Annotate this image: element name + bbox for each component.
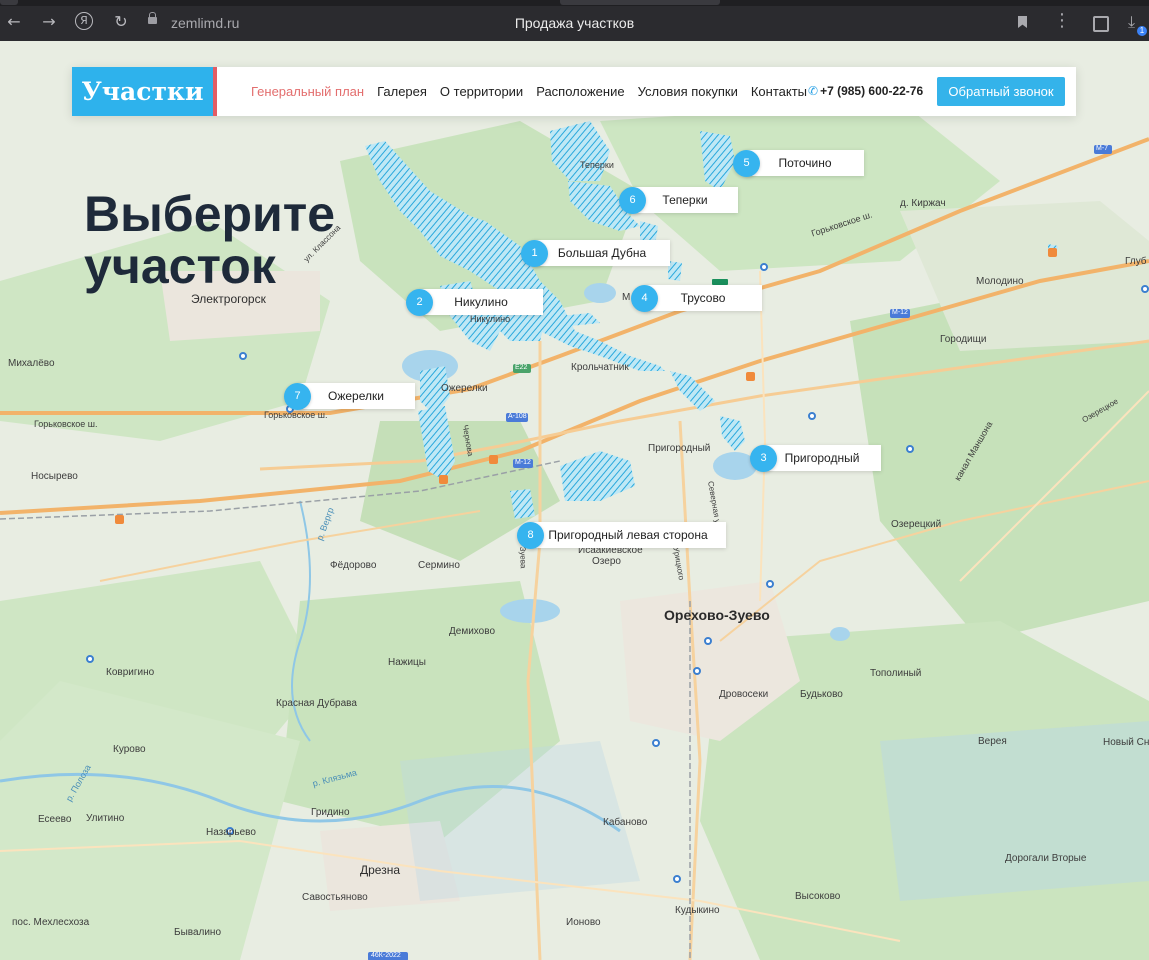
road-shield-label: 46К-2022 — [371, 952, 401, 959]
nav-location[interactable]: Расположение — [536, 84, 624, 99]
plot-marker-label[interactable]: Трусово — [644, 285, 762, 311]
map-label-village: Михалёво — [8, 358, 55, 369]
plot-marker-label[interactable]: Никулино — [419, 289, 543, 315]
plot-marker-number[interactable]: 2 — [406, 289, 433, 316]
map-label-village: Назарьево — [206, 827, 256, 838]
map-label-village: Теперки — [580, 160, 614, 170]
plot-marker-label[interactable]: Пригородный левая сторона — [530, 522, 726, 548]
map-label-village: Ожерелки — [441, 383, 488, 394]
nav-general-plan[interactable]: Генеральный план — [251, 84, 364, 99]
map-label-village: Носырево — [31, 471, 78, 482]
hero-title-line: Выберите — [84, 186, 336, 242]
map-label-village: д. Киржач — [900, 198, 946, 209]
map-label-village: Озеро — [592, 556, 621, 567]
map-label-village: Ковригино — [106, 667, 155, 678]
browser-toolbar: ← → Я ↻ zemlimd.ru Продажа участков ⋮ ⤓ … — [0, 0, 1149, 41]
map-label-road: Горьковское ш. — [264, 410, 328, 420]
map-label-village: Курово — [113, 744, 146, 755]
map-label-village: Ионово — [566, 917, 601, 928]
tab[interactable] — [0, 0, 18, 5]
phone-number: +7 (985) 600-22-76 — [820, 84, 924, 98]
phone-icon: ✆ — [808, 84, 819, 98]
page-title: Продажа участков — [514, 15, 635, 31]
map-label-town: Электрогорск — [191, 292, 266, 306]
map-label-village: Дровосеки — [719, 689, 769, 700]
map-label-city: Орехово-Зуево — [664, 607, 770, 623]
plot-marker-number[interactable]: 5 — [733, 150, 760, 177]
map-label-village: Фёдорово — [330, 560, 377, 571]
road-shield-label: A-108 — [508, 413, 527, 420]
road-shield-label: E22 — [515, 364, 528, 371]
download-icon[interactable]: ⤓ — [1128, 12, 1135, 32]
nav-contacts[interactable]: Контакты — [751, 84, 807, 99]
map-label-village: Новый Сн — [1103, 737, 1149, 748]
map-label-village: Городищи — [940, 334, 987, 345]
map-label-village: Глуб — [1125, 256, 1147, 267]
tab-strip — [0, 0, 1149, 6]
map-label-village: Савостьяново — [302, 892, 368, 903]
map-background — [0, 41, 1149, 960]
plot-marker-label[interactable]: Большая Дубна — [534, 240, 670, 266]
map-label-village: М — [622, 292, 631, 303]
plot-marker-number[interactable]: 7 — [284, 383, 311, 410]
map-label-village: пос. Мехлесхоза — [12, 917, 90, 928]
plot-marker-label[interactable]: Теперки — [632, 187, 738, 213]
nav-purchase-terms[interactable]: Условия покупки — [638, 84, 738, 99]
menu-icon[interactable]: ⋮ — [1053, 10, 1071, 31]
road-shield-label: M-12 — [892, 309, 908, 316]
map-label-village: Гридино — [311, 807, 350, 818]
map-label-village: Озерецкий — [891, 519, 942, 530]
plot-marker-number[interactable]: 3 — [750, 445, 777, 472]
callback-button[interactable]: Обратный звонок — [937, 77, 1065, 106]
tab[interactable] — [560, 0, 720, 5]
map-label-village: Крольчатник — [571, 362, 629, 373]
map-label-village: Никулино — [470, 314, 511, 324]
plot-marker-number[interactable]: 1 — [521, 240, 548, 267]
main-nav: Генеральный план Галерея О территории Ра… — [251, 67, 820, 116]
map-label-village: Высоково — [795, 891, 841, 902]
map-label-village: Демихово — [449, 626, 496, 637]
map-label-village: Тополиный — [870, 668, 922, 679]
plot-marker-number[interactable]: 6 — [619, 187, 646, 214]
map-label-street: Зуева — [518, 546, 528, 569]
phone-link[interactable]: ✆ +7 (985) 600-22-76 — [808, 84, 923, 98]
map-label-village: Кабаново — [603, 817, 648, 828]
road-shield-label: M-12 — [515, 459, 531, 466]
map-label-village: Красная Дубрава — [276, 698, 357, 709]
nav-about-territory[interactable]: О территории — [440, 84, 523, 99]
map-label-village: Дорогали Вторые — [1005, 853, 1087, 864]
plot-marker-label[interactable]: Поточино — [746, 150, 864, 176]
map-label-village: Пригородный — [648, 443, 711, 454]
plot-marker-label[interactable]: Пригородный — [763, 445, 881, 471]
hero-title-line: участок — [84, 238, 276, 294]
map-label-village: Улитино — [86, 813, 125, 824]
site-header: Участки Генеральный план Галерея О терри… — [72, 67, 1076, 116]
map-label-village: Есеево — [38, 814, 72, 825]
map-label-town: Дрезна — [360, 863, 401, 877]
map-label-road: Горьковское ш. — [34, 419, 98, 429]
map-label-village: Верея — [978, 736, 1007, 747]
download-count-badge: 1 — [1137, 26, 1147, 36]
map-label-village: Нажицы — [388, 657, 426, 668]
extensions-icon[interactable] — [1093, 16, 1109, 32]
map[interactable]: Электрогорск Михалёво Носырево Горьковск… — [0, 41, 1149, 960]
plot-marker-number[interactable]: 8 — [517, 522, 544, 549]
hero-title: Выберите участок — [84, 188, 335, 292]
site-logo[interactable]: Участки — [72, 67, 217, 116]
map-label-village: Сермино — [418, 560, 460, 571]
nav-gallery[interactable]: Галерея — [377, 84, 427, 99]
road-shield-label: M-7 — [1096, 145, 1109, 152]
plot-marker-label[interactable]: Ожерелки — [297, 383, 415, 409]
plot-marker-number[interactable]: 4 — [631, 285, 658, 312]
map-label-village: Молодино — [976, 276, 1024, 287]
map-label-village: Бывалино — [174, 927, 222, 938]
map-label-village: Будьково — [800, 689, 843, 700]
map-label-village: Кудыкино — [675, 905, 720, 916]
